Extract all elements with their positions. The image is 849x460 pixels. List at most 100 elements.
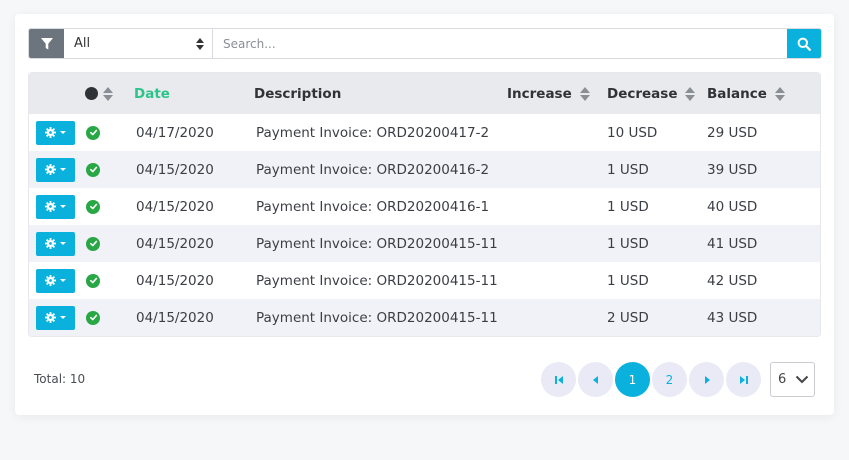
first-page-button[interactable] [541,362,576,397]
description-cell: Payment Invoice: ORD20200415-11 [256,235,498,252]
date-cell: 04/15/2020 [136,272,214,289]
row-action-button[interactable] [36,157,75,182]
page-2-button[interactable]: 2 [652,362,687,397]
table-row: 04/15/2020 Payment Invoice: ORD20200416-2… [29,151,820,188]
status-cell [86,262,100,299]
row-action-button[interactable] [36,305,75,330]
status-cell [86,299,100,336]
sort-icon [774,86,785,101]
page-1-button[interactable]: 1 [615,362,650,397]
status-cell [86,225,100,262]
date-cell: 04/15/2020 [136,309,214,326]
filter-select-value: All [74,36,91,51]
row-action-cell [36,262,75,299]
balance-cell: 43 USD [707,309,758,326]
check-circle-icon [86,162,100,177]
chevron-down-icon [795,375,809,384]
caret-down-icon [60,316,66,319]
table-body: 04/17/2020 Payment Invoice: ORD20200417-2… [29,114,820,336]
select-arrows-icon [196,37,204,50]
search-input[interactable] [213,29,787,58]
first-page-icon [554,375,563,384]
row-action-cell [36,225,75,262]
decrease-cell: 1 USD [607,272,649,289]
gear-icon [45,275,56,286]
caret-down-icon [60,168,66,171]
transactions-card: All Date Description [15,14,834,415]
balance-cell: 41 USD [707,235,758,252]
decrease-cell: 1 USD [607,235,649,252]
date-cell: 04/15/2020 [136,161,214,178]
table-row: 04/15/2020 Payment Invoice: ORD20200416-1… [29,188,820,225]
balance-cell: 29 USD [707,124,758,141]
prev-page-icon [592,375,598,384]
status-cell [86,151,100,188]
row-action-button[interactable] [36,194,75,219]
search-button[interactable] [787,29,821,58]
check-circle-icon [86,125,100,140]
balance-cell: 39 USD [707,161,758,178]
decrease-cell: 1 USD [607,198,649,215]
date-cell: 04/15/2020 [136,198,214,215]
filter-button[interactable] [29,29,64,58]
gear-icon [45,127,56,138]
pagination: 1 2 [541,362,761,397]
transactions-table: Date Description Increase Decrease Balan… [28,72,821,337]
caret-down-icon [60,279,66,282]
decrease-cell: 2 USD [607,309,649,326]
next-page-icon [704,375,710,384]
filter-bar: All [28,28,822,59]
description-cell: Payment Invoice: ORD20200416-2 [256,161,490,178]
next-page-button[interactable] [689,362,724,397]
caret-down-icon [60,131,66,134]
description-cell: Payment Invoice: ORD20200415-11 [256,309,498,326]
row-action-cell [36,188,75,225]
date-cell: 04/17/2020 [136,124,214,141]
table-header: Date Description Increase Decrease Balan… [29,73,820,114]
row-action-cell [36,299,75,336]
table-row: 04/15/2020 Payment Invoice: ORD20200415-1… [29,262,820,299]
balance-column-header[interactable]: Balance [707,73,785,114]
increase-column-header[interactable]: Increase [507,73,590,114]
table-row: 04/15/2020 Payment Invoice: ORD20200415-1… [29,225,820,262]
date-column-header[interactable]: Date [134,73,170,114]
gear-icon [45,312,56,323]
table-row: 04/17/2020 Payment Invoice: ORD20200417-2… [29,114,820,151]
filter-icon [40,37,53,49]
check-circle-icon [86,273,100,288]
last-page-icon [739,375,748,384]
row-action-button[interactable] [36,231,75,256]
status-column-header[interactable] [85,73,113,114]
caret-down-icon [60,205,66,208]
last-page-button[interactable] [726,362,761,397]
description-cell: Payment Invoice: ORD20200415-11 [256,272,498,289]
sort-icon [103,86,113,101]
per-page-select[interactable]: 6 [770,362,815,397]
status-cell [86,188,100,225]
decrease-column-header[interactable]: Decrease [607,73,696,114]
status-dot-icon [85,87,98,100]
check-circle-icon [86,236,100,251]
balance-cell: 42 USD [707,272,758,289]
prev-page-button[interactable] [578,362,613,397]
check-circle-icon [86,310,100,325]
gear-icon [45,201,56,212]
row-action-cell [36,151,75,188]
table-row: 04/15/2020 Payment Invoice: ORD20200415-1… [29,299,820,336]
description-column-header: Description [254,85,342,102]
description-cell: Payment Invoice: ORD20200416-1 [256,198,490,215]
search-icon [797,37,811,51]
decrease-cell: 1 USD [607,161,649,178]
check-circle-icon [86,199,100,214]
balance-cell: 40 USD [707,198,758,215]
sort-icon [579,86,590,101]
caret-down-icon [60,242,66,245]
date-cell: 04/15/2020 [136,235,214,252]
description-cell: Payment Invoice: ORD20200417-2 [256,124,490,141]
decrease-cell: 10 USD [607,124,658,141]
status-cell [86,114,100,151]
row-action-button[interactable] [36,120,75,145]
sort-icon [685,86,696,101]
row-action-button[interactable] [36,268,75,293]
filter-select[interactable]: All [64,29,213,58]
